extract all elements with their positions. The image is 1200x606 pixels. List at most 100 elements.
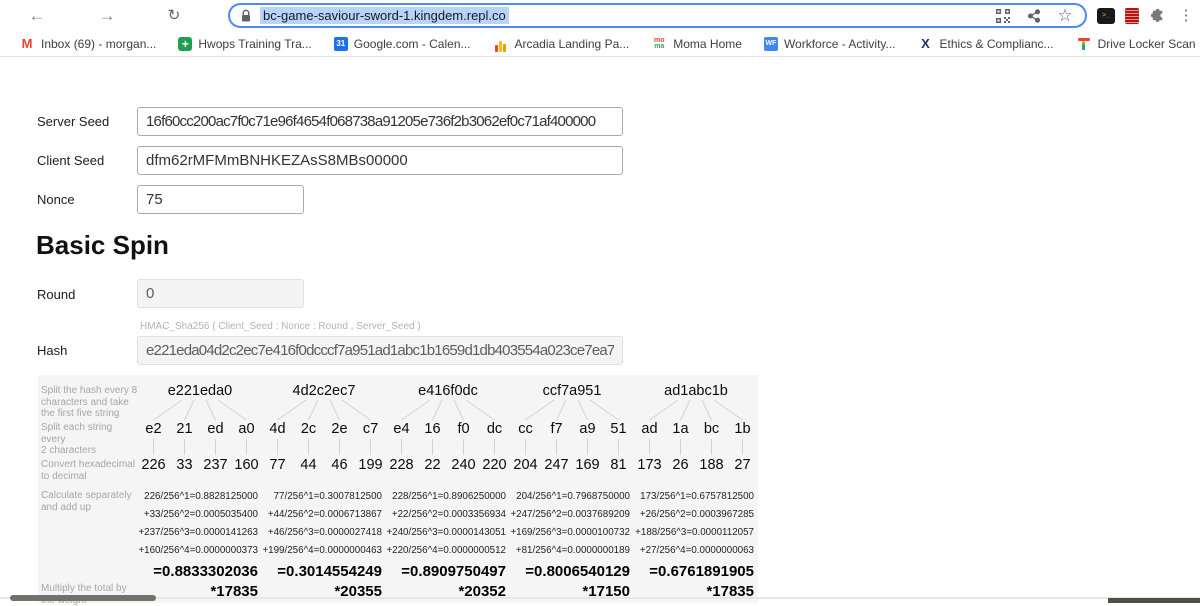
hex-pairs-row: 4d2c2ec7 — [262, 421, 386, 437]
hex-pair-value: f7 — [541, 421, 572, 437]
hex-pair-value: 2c — [293, 421, 324, 437]
vertical-connector-lines — [510, 437, 634, 457]
vertical-connector-lines — [138, 437, 262, 457]
decimal-value: 220 — [479, 457, 510, 473]
fan-connector-lines — [138, 399, 262, 421]
reload-icon[interactable]: ↻ — [161, 3, 187, 29]
decimal-value: 173 — [634, 457, 665, 473]
hex-pair-value: ed — [200, 421, 231, 437]
bookmark-star-icon[interactable]: ☆ — [1054, 5, 1076, 27]
calculation-line: 173/256^1=0.6757812500 — [634, 488, 758, 506]
bookmark-item[interactable]: WFWorkforce - Activity... — [753, 31, 907, 56]
table-row-label: Split each string every2 characters — [41, 422, 138, 457]
decimal-value: 204 — [510, 457, 541, 473]
calculation-line: +247/256^2=0.0037689209 — [510, 506, 634, 524]
calculation-line: +26/256^2=0.0003967285 — [634, 506, 758, 524]
forward-icon[interactable]: → — [94, 3, 120, 29]
hmac-formula-caption: HMAC_Sha256 ( Client_Seed : Nonce : Roun… — [140, 321, 421, 332]
decimal-value: 46 — [324, 457, 355, 473]
decimal-values-row: 22633237160 — [138, 457, 262, 473]
server-seed-label: Server Seed — [37, 114, 109, 129]
hex-pair-value: a0 — [231, 421, 262, 437]
hash-groups: e221eda0e221eda022633237160226/256^1=0.8… — [138, 375, 758, 600]
decimal-value: 26 — [665, 457, 696, 473]
arcadia-icon — [493, 36, 509, 52]
round-label: Round — [37, 287, 75, 302]
hex-pair-value: 1b — [727, 421, 758, 437]
calculation-total: =0.6761891905 — [634, 563, 758, 580]
client-seed-input[interactable] — [137, 146, 623, 175]
hash-segment-value: e416f0dc — [386, 383, 510, 399]
drive-locker-icon — [1076, 36, 1092, 52]
bookmark-item[interactable]: 31Google.com - Calen... — [323, 31, 482, 56]
lock-icon[interactable] — [240, 9, 252, 23]
decimal-value: 33 — [169, 457, 200, 473]
bookmark-label: Google.com - Calen... — [354, 37, 471, 51]
bookmark-item[interactable]: Drive Locker Scan — [1065, 31, 1200, 56]
calculation-line: +22/256^2=0.0003356934 — [386, 506, 510, 524]
calculation-line: +237/256^3=0.0000141263 — [138, 524, 262, 542]
share-icon[interactable] — [1023, 5, 1045, 27]
bookmarks-list: M Inbox (69) - morgan... +Hwops Training T… — [8, 31, 1200, 56]
decimal-value: 160 — [231, 457, 262, 473]
extensions-puzzle-icon[interactable] — [1148, 6, 1168, 26]
bookmark-label: Moma Home — [673, 37, 742, 51]
calculation-line: 77/256^1=0.3007812500 — [262, 488, 386, 506]
horizontal-scrollbar-track[interactable] — [0, 597, 1200, 599]
fan-connector-lines — [510, 399, 634, 421]
bookmark-label: Inbox (69) - morgan... — [41, 37, 156, 51]
hash-group-column: e221eda0e221eda022633237160226/256^1=0.8… — [138, 375, 262, 600]
decimal-values-row: 774446199 — [262, 457, 386, 473]
nonce-input[interactable] — [137, 185, 304, 214]
server-seed-input[interactable] — [137, 107, 623, 136]
hex-pair-value: c7 — [355, 421, 386, 437]
terminal-extension-icon[interactable]: >_ — [1097, 6, 1117, 26]
calculation-line: +160/256^4=0.0000000373 — [138, 542, 262, 560]
bookmark-item[interactable]: XEthics & Complianc... — [907, 31, 1065, 56]
client-seed-label: Client Seed — [37, 153, 104, 168]
hex-pairs-row: ccf7a951 — [510, 421, 634, 437]
table-row-label: Convert hexadecimalto decimal — [41, 459, 138, 482]
bookmark-label: Ethics & Complianc... — [940, 37, 1054, 51]
calculation-total: =0.3014554249 — [262, 563, 386, 580]
bookmark-item[interactable]: M Inbox (69) - morgan... — [8, 31, 167, 56]
horizontal-scrollbar-thumb[interactable] — [10, 595, 156, 601]
decimal-values-row: 22822240220 — [386, 457, 510, 473]
table-row-label: Calculate separatelyand add up — [41, 490, 138, 513]
hex-pairs-row: e221eda0 — [138, 421, 262, 437]
bookmark-item[interactable]: Arcadia Landing Pa... — [482, 31, 641, 56]
hash-label: Hash — [37, 343, 67, 358]
calculation-lines: 173/256^1=0.6757812500+26/256^2=0.000396… — [634, 488, 758, 560]
decimal-value: 27 — [727, 457, 758, 473]
hash-group-column: 4d2c2ec74d2c2ec7 774446199 77/256^1=0.3007… — [262, 375, 386, 600]
ledger-extension-icon[interactable] — [1122, 6, 1142, 26]
decimal-values-row: 1732618827 — [634, 457, 758, 473]
hex-pair-value: 2e — [324, 421, 355, 437]
calculation-lines: 226/256^1=0.8828125000+33/256^2=0.000503… — [138, 488, 262, 560]
hex-pair-value: 4d — [262, 421, 293, 437]
calculation-lines: 77/256^1=0.3007812500+44/256^2=0.0006713… — [262, 488, 386, 560]
decimal-values-row: 20424716981 — [510, 457, 634, 473]
calculation-total: =0.8909750497 — [386, 563, 510, 580]
decimal-value: 199 — [355, 457, 386, 473]
calculation-line: 228/256^1=0.8906250000 — [386, 488, 510, 506]
gmail-icon: M — [19, 36, 35, 52]
bookmark-item[interactable]: +Hwops Training Tra... — [167, 31, 322, 56]
hex-pair-value: a9 — [572, 421, 603, 437]
qr-code-icon[interactable] — [992, 5, 1014, 27]
address-bar[interactable]: bc-game-saviour-sword-1.kingdem.repl.co … — [228, 3, 1087, 28]
bookmark-item[interactable]: momaMoma Home — [640, 31, 753, 56]
url-text[interactable]: bc-game-saviour-sword-1.kingdem.repl.co — [260, 7, 509, 24]
bookmarks-bar: M Inbox (69) - morgan... +Hwops Training T… — [0, 31, 1200, 57]
back-icon[interactable]: ← — [24, 3, 50, 29]
hex-pair-value: f0 — [448, 421, 479, 437]
hex-pair-value: 21 — [169, 421, 200, 437]
hash-input — [137, 336, 623, 365]
hex-pair-value: 1a — [665, 421, 696, 437]
hex-pair-value: ad — [634, 421, 665, 437]
decimal-value: 81 — [603, 457, 634, 473]
calculation-line: +220/256^4=0.0000000512 — [386, 542, 510, 560]
calculation-line: +188/256^3=0.0000112057 — [634, 524, 758, 542]
browser-menu-icon[interactable]: ⋮ — [1176, 6, 1196, 26]
calculation-line: 226/256^1=0.8828125000 — [138, 488, 262, 506]
